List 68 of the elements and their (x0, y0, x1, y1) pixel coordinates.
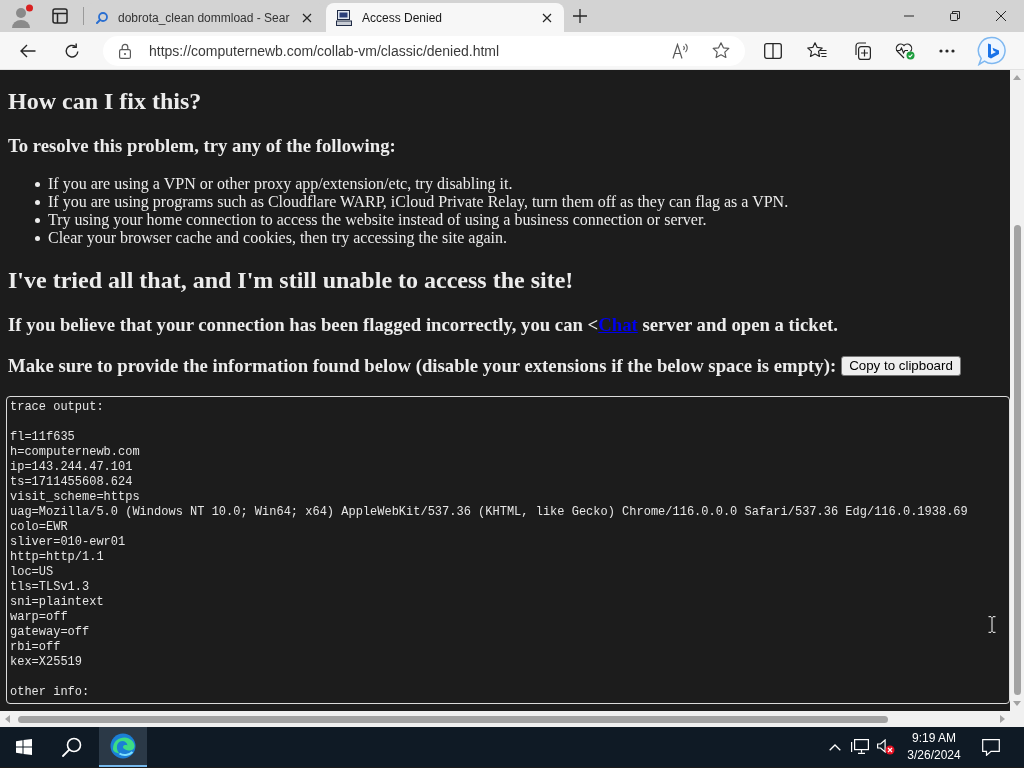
browser-tab[interactable]: Access Denied (326, 3, 564, 32)
trace-line: sliver=010-ewr01 (10, 535, 126, 550)
chevron-up-icon[interactable] (829, 743, 841, 751)
favorites-icon[interactable] (807, 42, 827, 59)
copy-button[interactable]: Copy to clipboard (841, 356, 961, 376)
trace-heading: trace output: (10, 400, 104, 415)
trace-footer: other info: (10, 685, 90, 700)
start-icon[interactable] (16, 739, 32, 755)
plus-icon[interactable] (573, 9, 587, 23)
text-cursor-icon (988, 616, 996, 633)
lock-icon (119, 42, 131, 59)
subheading: To resolve this problem, try any of the following: (8, 135, 396, 157)
profile-icon[interactable] (10, 4, 34, 28)
trace-line: ts=1711455608.624 (10, 475, 133, 490)
split-screen-icon[interactable] (764, 42, 782, 59)
read-aloud-icon[interactable] (672, 42, 690, 59)
heart-pulse-icon[interactable] (895, 41, 915, 60)
scrollbar-thumb[interactable] (1013, 225, 1021, 695)
list-item: If you are using programs such as Cloudflare WARP, iCloud Private Relay, turn them off as they can flag as a VPN. (48, 193, 789, 211)
search-icon[interactable] (62, 737, 82, 757)
restore-icon[interactable] (950, 11, 960, 21)
clock-date[interactable]: 3/26/2024 (907, 747, 961, 764)
close-icon[interactable] (542, 12, 552, 23)
trace-line: fl=11f635 (10, 430, 75, 445)
browser-icon[interactable] (110, 733, 136, 759)
instruction-text: Make sure to provide the information found below (disable your extensions if the below space is empty): (8, 355, 837, 377)
back-arrow-icon[interactable] (20, 43, 36, 58)
trace-line: rbi=off (10, 640, 61, 655)
close-icon[interactable] (302, 12, 312, 23)
taskbar-app-button[interactable] (99, 727, 147, 767)
window-panel-icon[interactable] (52, 8, 68, 24)
trace-line: uag=Mozilla/5.0 (Windows NT 10.0; Win64; x64) AppleWebKit/537.36 (KHTML, like Gecko) Chrome/116.0.0.0 Safari/537.36 Edg/116.0.1938.69 (10, 505, 968, 520)
trace-line: loc=US (10, 565, 54, 580)
search-icon (96, 11, 108, 24)
trace-line: gateway=off (10, 625, 90, 640)
refresh-icon[interactable] (64, 42, 80, 59)
chat-bubble-icon[interactable] (977, 35, 1007, 66)
trace-line: kex=X25519 (10, 655, 82, 670)
network-icon[interactable] (851, 739, 869, 755)
trace-line: sni=plaintext (10, 595, 104, 610)
address-field[interactable]: https://computernewb.com/collab-vm/classic/denied.html (103, 35, 745, 66)
trace-line: colo=EWR (10, 520, 68, 535)
list-item: Clear your browser cache and cookies, then try accessing the site again. (48, 229, 507, 247)
list-item: If you are using a VPN or other proxy app/extension/etc, try disabling it. (48, 175, 513, 193)
volume-muted-icon[interactable] (877, 739, 895, 755)
heading: How can I fix this? (8, 87, 202, 115)
scrollbar-thumb[interactable] (18, 715, 888, 723)
trace-line: warp=off (10, 610, 68, 625)
bullet-icon (35, 235, 40, 241)
trace-line: visit_scheme=https (10, 490, 140, 505)
trace-line: tls=TLSv1.3 (10, 580, 90, 595)
more-icon[interactable] (939, 48, 955, 53)
trace-line: ip=143.244.47.101 (10, 460, 133, 475)
paragraph: If you believe that your connection has been flagged incorrectly, you can <Chat server and open a ticket. (8, 314, 838, 336)
collections-icon[interactable] (853, 41, 871, 60)
trace-line: h=computernewb.com (10, 445, 140, 460)
notification-icon[interactable] (982, 738, 1000, 756)
bullet-icon (35, 217, 40, 223)
heading: I've tried all that, and I'm still unable to access the site! (8, 266, 574, 294)
bullet-icon (35, 181, 40, 187)
clock-time[interactable]: 9:19 AM (912, 730, 956, 747)
url-text: https://computernewb.com/collab-vm/classic/denied.html (149, 41, 500, 60)
list-item: Try using your home connection to access the website instead of using a business connection or server. (48, 211, 707, 229)
bullet-icon (35, 199, 40, 205)
trace-line: http=http/1.1 (10, 550, 104, 565)
computer-icon (336, 9, 352, 26)
close-icon[interactable] (996, 11, 1006, 21)
star-icon[interactable] (712, 42, 730, 59)
